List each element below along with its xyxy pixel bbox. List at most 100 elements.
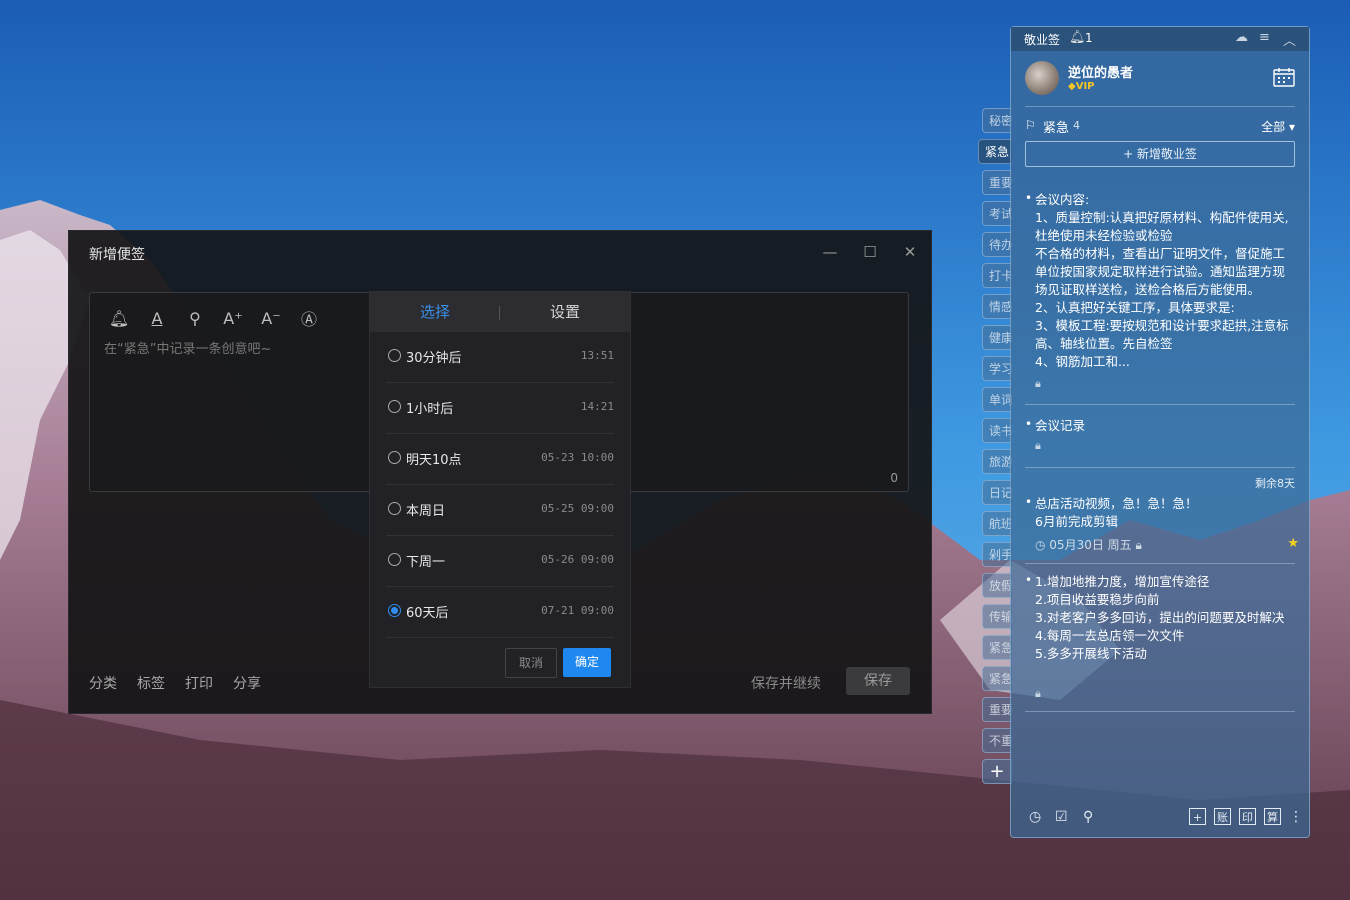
side-tab[interactable]: 传输 — [982, 604, 1012, 629]
window-titlebar[interactable]: 新增便签 — ☐ ✕ — [69, 231, 931, 275]
option-label: 下周一 — [406, 555, 446, 570]
bullet-icon: • — [1025, 191, 1033, 205]
format-toolbar: 🔔︎ A ⚲ A⁺ A⁻ Ⓐ — [106, 305, 322, 331]
tag-link[interactable]: 标签 — [137, 673, 165, 693]
side-tab[interactable]: 健康 — [982, 325, 1012, 350]
side-tab[interactable]: 考试 — [982, 201, 1012, 226]
reminder-option[interactable]: 下周一 05-26 09:00 — [386, 536, 614, 587]
side-tab[interactable]: 秘密 — [982, 108, 1012, 133]
note-text: 会议内容: 1、质量控制:认真把好原材料、构配件使用关,杜绝使用未经检验或检验 … — [1035, 192, 1289, 369]
save-continue-button[interactable]: 保存并继续 — [751, 673, 821, 693]
print-link[interactable]: 打印 — [185, 673, 213, 693]
reminder-option[interactable]: 30分钟后 13:51 — [386, 332, 614, 383]
font-increase-icon[interactable]: A⁺ — [220, 305, 246, 331]
side-tab[interactable]: 读书 — [982, 418, 1012, 443]
category-header: ⚐ 紧急 4 全部 ▾ — [1025, 117, 1295, 136]
print-icon[interactable]: 印 — [1239, 808, 1256, 825]
text-style-icon[interactable]: Ⓐ — [296, 305, 322, 331]
note-item[interactable]: • 1.增加地推力度，增加宣传途径 2.项目收益要稳步向前 3.对老客户多多回访… — [1025, 573, 1295, 703]
font-decrease-icon[interactable]: A⁻ — [258, 305, 284, 331]
note-item[interactable]: 剩余8天 • 总店活动视频，急！急！急！ 6月前完成剪辑 ◷ 05月30日 周五… — [1025, 475, 1299, 555]
radio-button[interactable] — [388, 502, 401, 515]
collapse-icon[interactable]: ︿ — [1283, 30, 1296, 49]
confirm-button[interactable]: 确定 — [563, 648, 611, 677]
radio-button[interactable] — [388, 349, 401, 362]
editor-bottom-links: 分类 标签 打印 分享 — [89, 673, 261, 693]
reminder-option[interactable]: 本周日 05-25 09:00 — [386, 485, 614, 536]
reminder-option[interactable]: 60天后 07-21 09:00 — [386, 587, 614, 638]
remaining-days: 剩余8天 — [1255, 477, 1295, 490]
window-title: 新增便签 — [89, 247, 145, 263]
note-date-text: 05月30日 周五 — [1049, 538, 1132, 552]
lock-icon: 🔒︎ — [1035, 377, 1041, 390]
panel-footer: ◷ ☑ ⚲ + 账 印 算 ⋮ — [1011, 799, 1309, 837]
avatar[interactable] — [1025, 61, 1059, 95]
side-tab[interactable]: 紧急 — [982, 666, 1012, 691]
side-tab[interactable]: 旅游 — [982, 449, 1012, 474]
close-icon[interactable]: ✕ — [899, 241, 921, 263]
bell-icon[interactable]: 🔔︎ — [1069, 30, 1086, 45]
side-tab-active[interactable]: 紧急 — [978, 139, 1012, 164]
category-link[interactable]: 分类 — [89, 673, 117, 693]
divider — [1025, 563, 1295, 564]
side-tab[interactable]: 放假 — [982, 573, 1012, 598]
reminder-option[interactable]: 1小时后 14:21 — [386, 383, 614, 434]
tab-divider — [499, 306, 500, 320]
note-item[interactable]: • 会议内容: 1、质量控制:认真把好原材料、构配件使用关,杜绝使用未经检验或检… — [1025, 191, 1295, 391]
search-icon[interactable]: ⚲ — [1083, 809, 1093, 825]
cloud-sync-icon[interactable]: ☁ — [1235, 30, 1248, 45]
option-label: 30分钟后 — [406, 351, 462, 366]
account-icon[interactable]: 账 — [1214, 808, 1231, 825]
note-text: 会议记录 — [1035, 418, 1086, 433]
side-tab[interactable]: 重要 — [982, 697, 1012, 722]
side-tab[interactable]: 学习 — [982, 356, 1012, 381]
checklist-icon[interactable]: ☑ — [1055, 809, 1068, 825]
radio-button[interactable] — [388, 451, 401, 464]
reminder-count: 1 — [1085, 31, 1093, 45]
note-text: 总店活动视频，急！急！急！ 6月前完成剪辑 — [1035, 496, 1198, 529]
bookmark-icon: ⚐ — [1025, 118, 1036, 132]
radio-button[interactable] — [388, 553, 401, 566]
reminder-option[interactable]: 明天10点 05-23 10:00 — [386, 434, 614, 485]
share-link[interactable]: 分享 — [233, 673, 261, 693]
bell-icon[interactable]: 🔔︎ — [106, 305, 132, 331]
side-tab[interactable]: 日记 — [982, 480, 1012, 505]
add-category-button[interactable]: + — [982, 759, 1012, 784]
panel-header[interactable]: 敬业签 🔔︎ 1 ☁ ≡ ︿ — [1011, 27, 1309, 51]
text-color-icon[interactable]: A — [144, 305, 170, 331]
radio-button[interactable] — [388, 400, 401, 413]
filter-dropdown[interactable]: 全部 ▾ — [1261, 118, 1295, 135]
option-label: 明天10点 — [406, 453, 462, 468]
side-tab[interactable]: 紧急 — [982, 635, 1012, 660]
side-tab[interactable]: 打卡 — [982, 263, 1012, 288]
star-icon[interactable]: ★ — [1287, 536, 1299, 551]
menu-icon[interactable]: ≡ — [1259, 30, 1270, 45]
note-item[interactable]: • 会议记录 🔒︎ — [1025, 417, 1295, 457]
side-tab[interactable]: 不重 — [982, 728, 1012, 753]
radio-button-checked[interactable] — [388, 604, 401, 617]
bullet-icon: • — [1025, 417, 1033, 431]
tab-select[interactable]: 选择 — [370, 292, 500, 332]
save-button[interactable]: 保存 — [846, 667, 910, 695]
reminder-tabs: 选择 设置 — [370, 292, 630, 332]
tab-settings[interactable]: 设置 — [500, 292, 630, 332]
minimize-icon[interactable]: — — [819, 241, 841, 263]
cancel-button[interactable]: 取消 — [505, 648, 557, 678]
lock-icon: 🔒︎ — [1035, 439, 1041, 452]
more-icon[interactable]: ⋮ — [1289, 809, 1303, 825]
calculator-icon[interactable]: 算 — [1264, 808, 1281, 825]
side-tab[interactable]: 情感 — [982, 294, 1012, 319]
side-tab[interactable]: 重要 — [982, 170, 1012, 195]
divider — [1025, 467, 1295, 468]
search-icon[interactable]: ⚲ — [182, 305, 208, 331]
side-tab[interactable]: 待办 — [982, 232, 1012, 257]
username[interactable]: 逆位的愚者 — [1068, 62, 1133, 81]
maximize-icon[interactable]: ☐ — [859, 241, 881, 263]
clock-icon[interactable]: ◷ — [1029, 809, 1041, 825]
side-tab[interactable]: 航班 — [982, 511, 1012, 536]
side-tab[interactable]: 单词 — [982, 387, 1012, 412]
side-tab[interactable]: 剁手 — [982, 542, 1012, 567]
new-note-button[interactable]: + 新增敬业签 — [1025, 141, 1295, 167]
add-box-icon[interactable]: + — [1189, 808, 1206, 825]
calendar-icon[interactable] — [1273, 67, 1295, 87]
